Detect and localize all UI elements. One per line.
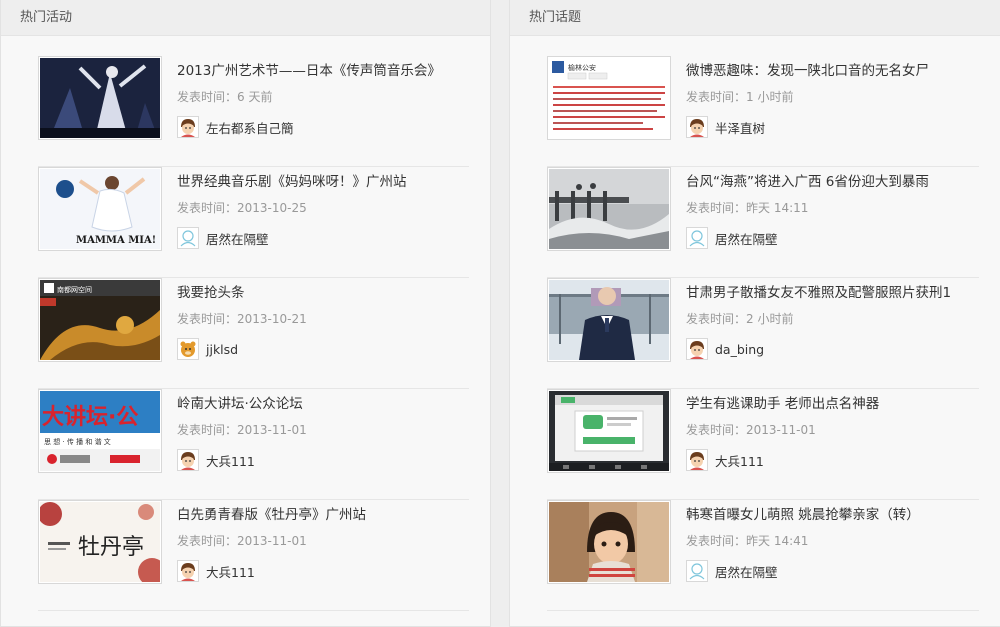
weibo-account-text: 榆林公安 xyxy=(568,63,596,72)
item-title[interactable]: 学生有逃课助手 老师出点名神器 xyxy=(686,395,979,413)
site-name-text: 南都网空间 xyxy=(57,285,92,294)
author-name[interactable]: 大兵111 xyxy=(206,451,255,470)
item-title[interactable]: 岭南大讲坛·公众论坛 xyxy=(177,395,469,413)
author: 大兵111 xyxy=(177,448,469,472)
author: 居然在隔壁 xyxy=(686,226,979,250)
author-name[interactable]: da_bing xyxy=(715,342,764,357)
default-avatar-icon[interactable] xyxy=(686,560,708,582)
cartoon-avatar-icon[interactable] xyxy=(177,338,199,360)
list-item[interactable]: 台风“海燕”将进入广西 6省份迎大到暴雨 发表时间：昨天 14:11 居然在隔壁 xyxy=(547,167,979,278)
panel-title: 热门话题 xyxy=(529,10,582,25)
boy-avatar-icon[interactable] xyxy=(686,116,708,138)
item-title[interactable]: 台风“海燕”将进入广西 6省份迎大到暴雨 xyxy=(686,173,979,191)
author-name[interactable]: 大兵111 xyxy=(715,451,764,470)
post-time: 发表时间：2013-10-21 xyxy=(177,312,307,326)
list-item[interactable]: 牡丹亭 白先勇青春版《牡丹亭》广州站 发表时间：2013-11-01 大兵111 xyxy=(38,500,469,611)
post-time: 发表时间：2013-11-01 xyxy=(177,534,307,548)
item-title[interactable]: 甘肃男子散播女友不雅照及配警服照片获刑1 xyxy=(686,284,979,302)
author: da_bing xyxy=(686,337,979,361)
panel-header: 热门活动 xyxy=(1,0,490,36)
post-time: 发表时间：2013-11-01 xyxy=(177,423,307,437)
app-screenshot-thumbnail[interactable] xyxy=(547,389,671,473)
boy-avatar-icon[interactable] xyxy=(686,449,708,471)
item-title[interactable]: 白先勇青春版《牡丹亭》广州站 xyxy=(177,506,469,524)
poster-title-text: 牡丹亭 xyxy=(78,535,144,560)
girl-photo-thumbnail[interactable] xyxy=(547,500,671,584)
panel-title: 热门活动 xyxy=(20,10,73,25)
list-item[interactable]: MAMMA MIA! 世界经典音乐剧《妈妈咪呀！》广州站 发表时间：2013-1… xyxy=(38,167,469,278)
opera-poster: 牡丹亭 xyxy=(40,502,160,582)
police-photo-thumbnail[interactable] xyxy=(547,278,671,362)
police-photo xyxy=(549,280,669,360)
author-name[interactable]: 居然在隔壁 xyxy=(715,562,778,581)
news-photo: 南都网空间 xyxy=(40,280,160,360)
author: 左右都系自己簡 xyxy=(177,115,469,139)
lecture-banner-thumbnail[interactable]: 大讲坛·公 思 想 · 传 播 和 谐 文 xyxy=(38,389,162,473)
item-title[interactable]: 微博恶趣味：发现一陕北口音的无名女尸 xyxy=(686,62,979,80)
author: 大兵111 xyxy=(686,448,979,472)
list-item[interactable]: 大讲坛·公 思 想 · 传 播 和 谐 文 岭南大讲坛·公众论坛 发表时间：20… xyxy=(38,389,469,500)
list-item[interactable]: 榆林公安 微博恶趣味：发现一陕北口音的无名女尸 发表时间：1 小时前 半泽直树 xyxy=(547,56,979,167)
concert-photo xyxy=(40,58,160,138)
author-name[interactable]: jjklsd xyxy=(206,342,238,357)
activity-list: 2013广州艺术节——日本《传声筒音乐会》 发表时间：6 天前 左右都系自己簡 xyxy=(1,36,490,611)
lecture-banner: 大讲坛·公 思 想 · 传 播 和 谐 文 xyxy=(40,391,160,471)
typhoon-photo-thumbnail[interactable] xyxy=(547,167,671,251)
post-time: 发表时间：2013-10-25 xyxy=(177,201,307,215)
boy-avatar-icon[interactable] xyxy=(686,338,708,360)
item-title[interactable]: 2013广州艺术节——日本《传声筒音乐会》 xyxy=(177,62,469,80)
typhoon-photo xyxy=(549,169,669,249)
mamma-mia-poster: MAMMA MIA! xyxy=(40,169,160,249)
author: jjklsd xyxy=(177,337,469,361)
author: 半泽直树 xyxy=(686,115,979,139)
weibo-screenshot-thumbnail[interactable]: 榆林公安 xyxy=(547,56,671,140)
weibo-screenshot: 榆林公安 xyxy=(549,58,669,138)
author: 居然在隔壁 xyxy=(177,226,469,250)
item-title[interactable]: 世界经典音乐剧《妈妈咪呀！》广州站 xyxy=(177,173,469,191)
author-name[interactable]: 居然在隔壁 xyxy=(206,229,269,248)
item-title[interactable]: 韩寒首曝女儿萌照 姚晨抢攀亲家（转） xyxy=(686,506,979,524)
item-title[interactable]: 我要抢头条 xyxy=(177,284,469,302)
boy-avatar-icon[interactable] xyxy=(177,116,199,138)
banner-subtext: 思 想 · 传 播 和 谐 文 xyxy=(44,437,111,446)
list-item[interactable]: 韩寒首曝女儿萌照 姚晨抢攀亲家（转） 发表时间：昨天 14:41 居然在隔壁 xyxy=(547,500,979,611)
mamma-mia-poster-thumbnail[interactable]: MAMMA MIA! xyxy=(38,167,162,251)
author: 居然在隔壁 xyxy=(686,559,979,583)
author-name[interactable]: 大兵111 xyxy=(206,562,255,581)
post-time: 发表时间：6 天前 xyxy=(177,90,273,104)
post-time: 发表时间：2013-11-01 xyxy=(686,423,816,437)
author: 大兵111 xyxy=(177,559,469,583)
list-item[interactable]: 南都网空间 我要抢头条 发表时间：2013-10-21 jjklsd xyxy=(38,278,469,389)
list-item[interactable]: 甘肃男子散播女友不雅照及配警服照片获刑1 发表时间：2 小时前 da_bing xyxy=(547,278,979,389)
author-name[interactable]: 居然在隔壁 xyxy=(715,229,778,248)
topic-list: 榆林公安 微博恶趣味：发现一陕北口音的无名女尸 发表时间：1 小时前 半泽直树 … xyxy=(510,36,1000,611)
default-avatar-icon[interactable] xyxy=(177,227,199,249)
concert-photo-thumbnail[interactable] xyxy=(38,56,162,140)
boy-avatar-icon[interactable] xyxy=(177,449,199,471)
hot-activities-panel: 热门活动 2013广州艺术节——日本《传声筒音乐会》 发表时间：6 天前 左右都… xyxy=(0,0,491,627)
news-photo-thumbnail[interactable]: 南都网空间 xyxy=(38,278,162,362)
default-avatar-icon[interactable] xyxy=(686,227,708,249)
post-time: 发表时间：昨天 14:11 xyxy=(686,201,809,215)
post-time: 发表时间：昨天 14:41 xyxy=(686,534,809,548)
list-item[interactable]: 学生有逃课助手 老师出点名神器 发表时间：2013-11-01 大兵111 xyxy=(547,389,979,500)
poster-title-text: MAMMA MIA! xyxy=(76,235,156,246)
post-time: 发表时间：1 小时前 xyxy=(686,90,794,104)
panel-header: 热门话题 xyxy=(510,0,1000,36)
post-time: 发表时间：2 小时前 xyxy=(686,312,794,326)
boy-avatar-icon[interactable] xyxy=(177,560,199,582)
author-name[interactable]: 左右都系自己簡 xyxy=(206,118,294,137)
app-screenshot xyxy=(549,391,669,471)
girl-photo xyxy=(549,502,669,582)
opera-poster-thumbnail[interactable]: 牡丹亭 xyxy=(38,500,162,584)
hot-topics-panel: 热门话题 榆林公安 微博恶趣味：发现一陕北口音的无名女尸 发表时间：1 小时前 … xyxy=(509,0,1000,627)
author-name[interactable]: 半泽直树 xyxy=(715,118,765,137)
list-item[interactable]: 2013广州艺术节——日本《传声筒音乐会》 发表时间：6 天前 左右都系自己簡 xyxy=(38,56,469,167)
banner-text: 大讲坛·公 xyxy=(42,405,138,430)
